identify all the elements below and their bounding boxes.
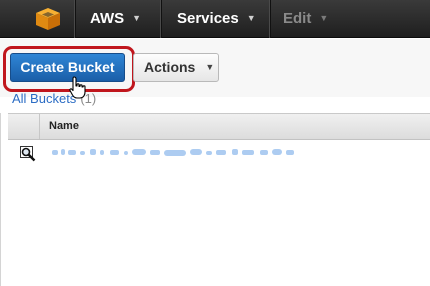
- services-menu-label: Services: [177, 10, 239, 27]
- top-navigation-bar: AWS ▼ Services ▼ Edit ▼: [0, 0, 430, 38]
- chevron-down-icon: ▼: [319, 13, 329, 23]
- table-row[interactable]: [8, 141, 430, 165]
- actions-dropdown-button[interactable]: Actions ▼: [133, 53, 219, 82]
- table-left-border: [0, 113, 1, 286]
- chevron-down-icon: ▼: [205, 62, 215, 72]
- hand-pointer-icon: [69, 76, 86, 99]
- nav-divider: [269, 0, 270, 38]
- column-divider: [39, 114, 40, 139]
- nav-divider: [74, 0, 75, 38]
- table-header: Name: [8, 113, 430, 140]
- actions-label: Actions: [144, 59, 196, 75]
- chevron-down-icon: ▼: [246, 13, 256, 23]
- bucket-magnifier-icon[interactable]: [20, 146, 36, 162]
- aws-menu[interactable]: AWS ▼: [90, 0, 141, 38]
- services-menu[interactable]: Services ▼: [177, 0, 256, 38]
- bucket-toolbar: Create Bucket Actions ▼: [0, 39, 430, 97]
- bucket-name-blurred[interactable]: [52, 146, 302, 158]
- nav-divider: [160, 0, 161, 38]
- aws-cube-icon[interactable]: [34, 7, 62, 31]
- edit-menu[interactable]: Edit ▼: [283, 0, 328, 38]
- breadcrumb-title[interactable]: All Buckets: [12, 91, 76, 106]
- s3-console-screen: AWS ▼ Services ▼ Edit ▼ Create Bucket Actio…: [0, 0, 430, 286]
- aws-menu-label: AWS: [90, 10, 125, 27]
- column-header-name[interactable]: Name: [49, 120, 79, 132]
- edit-menu-label: Edit: [283, 10, 312, 27]
- chevron-down-icon: ▼: [132, 13, 142, 23]
